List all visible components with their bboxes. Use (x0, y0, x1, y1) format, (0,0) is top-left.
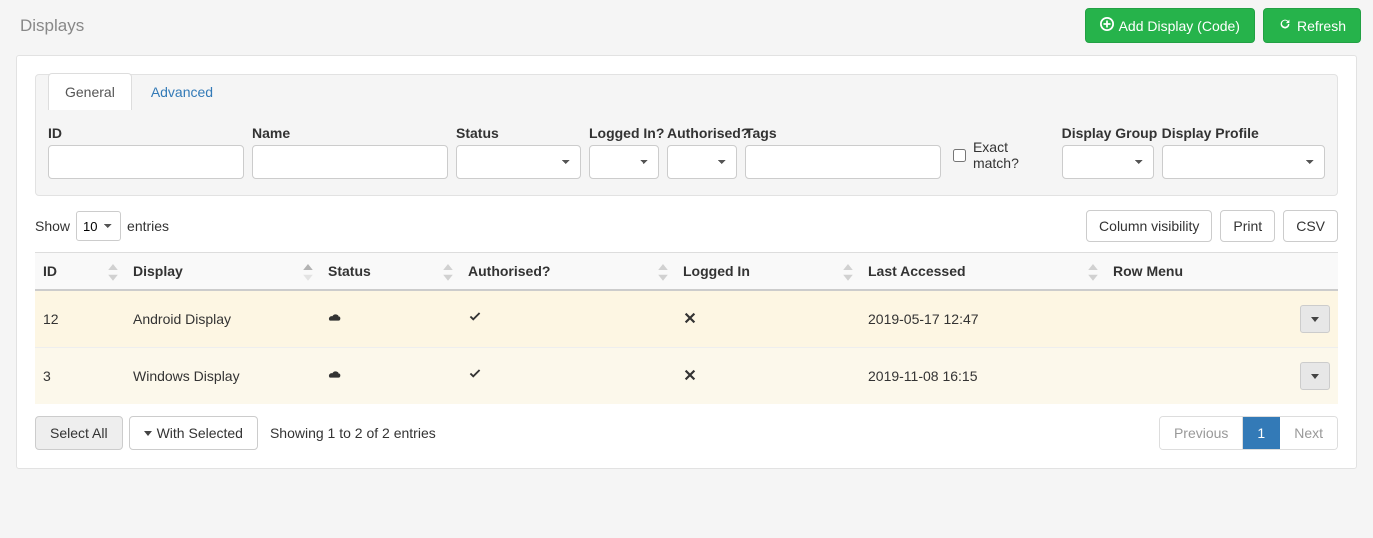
col-row-menu: Row Menu (1105, 253, 1338, 291)
cross-icon (683, 312, 697, 328)
entries-label: entries (127, 218, 169, 234)
cell-status (320, 290, 460, 348)
caret-down-icon (144, 431, 152, 436)
cell-authorised (460, 290, 675, 348)
page-title: Displays (20, 16, 84, 36)
exact-match-label: Exact match? (973, 139, 1054, 171)
filter-display-group-label: Display Group (1062, 125, 1154, 141)
filter-display-group-select[interactable] (1062, 145, 1154, 179)
select-all-button[interactable]: Select All (35, 416, 123, 450)
cross-icon (683, 369, 697, 385)
filter-status-select[interactable] (456, 145, 581, 179)
csv-button[interactable]: CSV (1283, 210, 1338, 242)
cell-authorised (460, 348, 675, 405)
filter-tabs: General Advanced (48, 74, 1325, 111)
main-card: General Advanced ID Name Status Logged I… (16, 55, 1357, 469)
cell-id: 12 (35, 290, 125, 348)
filter-authorised-select[interactable] (667, 145, 737, 179)
plus-circle-icon (1100, 17, 1114, 34)
check-icon (468, 312, 482, 328)
refresh-label: Refresh (1297, 18, 1346, 34)
table-row: 3 Windows Display 2019-11-08 16:15 (35, 348, 1338, 405)
showing-info: Showing 1 to 2 of 2 entries (270, 425, 436, 441)
col-display[interactable]: Display (125, 253, 320, 291)
caret-down-icon (1311, 317, 1319, 322)
filter-id-input[interactable] (48, 145, 244, 179)
filter-display-profile-label: Display Profile (1162, 125, 1325, 141)
check-icon (468, 369, 482, 385)
topbar: Displays Add Display (Code) Refresh (0, 0, 1373, 55)
col-id[interactable]: ID (35, 253, 125, 291)
table-row: 12 Android Display 2019-05-17 12:47 (35, 290, 1338, 348)
filter-authorised-label: Authorised? (667, 125, 737, 141)
filter-panel: General Advanced ID Name Status Logged I… (35, 74, 1338, 196)
tab-advanced[interactable]: Advanced (134, 73, 230, 110)
add-display-button[interactable]: Add Display (Code) (1085, 8, 1255, 43)
cell-loggedin (675, 290, 860, 348)
cell-last-accessed: 2019-11-08 16:15 (860, 348, 1105, 405)
column-visibility-button[interactable]: Column visibility (1086, 210, 1212, 242)
cell-status (320, 348, 460, 405)
with-selected-label: With Selected (157, 425, 243, 441)
displays-table: ID Display Status Authorised? (35, 252, 1338, 404)
page-previous[interactable]: Previous (1160, 417, 1243, 449)
refresh-icon (1278, 17, 1292, 34)
sort-icon (657, 264, 669, 278)
caret-down-icon (1311, 374, 1319, 379)
show-label: Show (35, 218, 70, 234)
col-status[interactable]: Status (320, 253, 460, 291)
filter-loggedin-select[interactable] (589, 145, 659, 179)
cloud-icon (328, 312, 342, 328)
page-size-select[interactable]: 10 (76, 211, 121, 241)
filter-display-profile-select[interactable] (1162, 145, 1325, 179)
add-display-label: Add Display (Code) (1119, 18, 1240, 34)
row-menu-button[interactable] (1300, 305, 1330, 333)
filter-tags-input[interactable] (745, 145, 941, 179)
exact-match-checkbox[interactable] (953, 149, 966, 162)
cell-display: Android Display (125, 290, 320, 348)
sort-icon (442, 264, 454, 278)
pagination: Previous 1 Next (1159, 416, 1338, 450)
refresh-button[interactable]: Refresh (1263, 8, 1361, 43)
sort-icon (1087, 264, 1099, 278)
page-1[interactable]: 1 (1243, 417, 1280, 449)
filter-id-label: ID (48, 125, 244, 141)
col-authorised[interactable]: Authorised? (460, 253, 675, 291)
tab-general[interactable]: General (48, 73, 132, 110)
cloud-icon (328, 369, 342, 385)
cell-display: Windows Display (125, 348, 320, 405)
col-last-accessed[interactable]: Last Accessed (860, 253, 1105, 291)
with-selected-button[interactable]: With Selected (129, 416, 258, 450)
print-button[interactable]: Print (1220, 210, 1275, 242)
filter-name-label: Name (252, 125, 448, 141)
col-loggedin[interactable]: Logged In (675, 253, 860, 291)
cell-id: 3 (35, 348, 125, 405)
filter-loggedin-label: Logged In? (589, 125, 659, 141)
filter-tags-label: Tags (745, 125, 941, 141)
row-menu-button[interactable] (1300, 362, 1330, 390)
sort-icon (842, 264, 854, 278)
page-next[interactable]: Next (1280, 417, 1337, 449)
filter-name-input[interactable] (252, 145, 448, 179)
cell-loggedin (675, 348, 860, 405)
sort-icon (107, 264, 119, 278)
sort-icon (302, 264, 314, 278)
cell-last-accessed: 2019-05-17 12:47 (860, 290, 1105, 348)
filter-status-label: Status (456, 125, 581, 141)
